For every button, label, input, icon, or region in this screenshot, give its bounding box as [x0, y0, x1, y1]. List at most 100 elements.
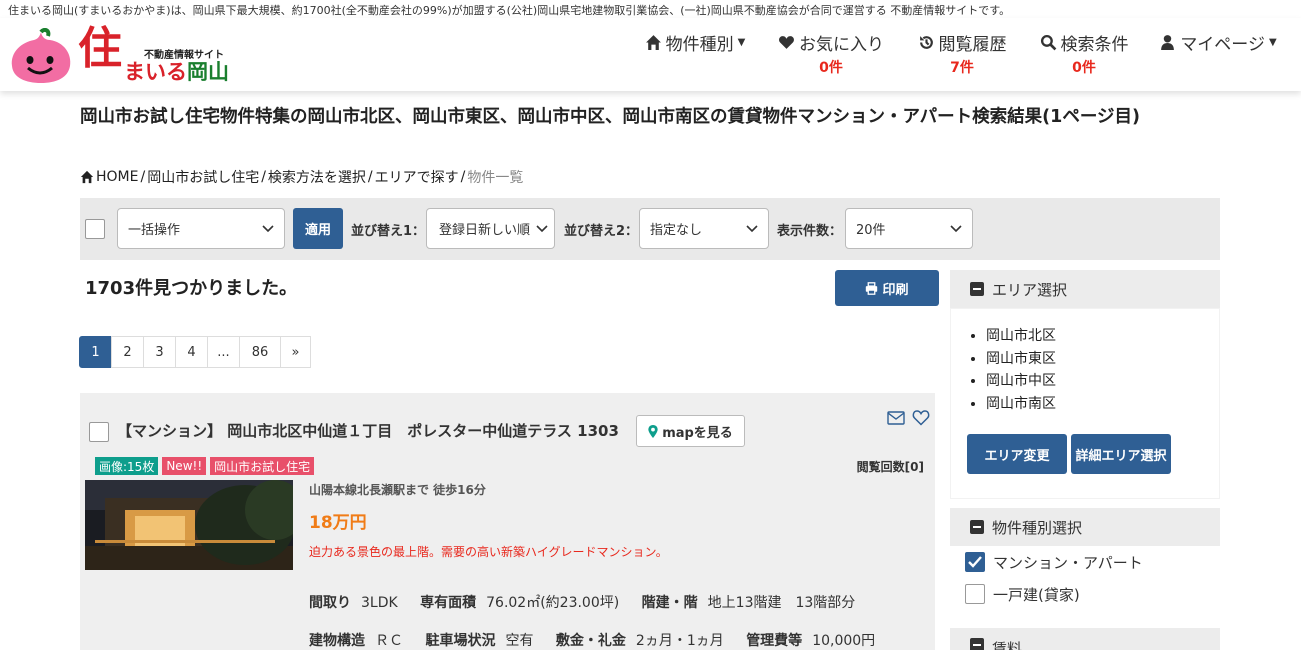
favorite-heart-icon[interactable]	[912, 409, 930, 426]
area-list: 岡山市北区 岡山市東区 岡山市中区 岡山市南区	[951, 309, 1219, 415]
select-all-checkbox[interactable]	[85, 219, 105, 239]
map-button-label: mapを見る	[662, 425, 733, 441]
favorites-count: 0件	[819, 60, 843, 76]
spec-label: 専有面積	[420, 595, 477, 611]
breadcrumb-separator: /	[367, 169, 373, 185]
sort1-value: 登録日新しい順	[439, 223, 531, 238]
nav-search-conditions[interactable]: 検索条件 0件	[1036, 30, 1132, 80]
map-button[interactable]: mapを見る	[636, 415, 745, 447]
breadcrumb-separator: /	[261, 169, 266, 185]
collapse-icon	[970, 638, 984, 650]
checkbox-checked[interactable]	[965, 552, 985, 572]
list-item: 岡山市東区	[986, 348, 1219, 371]
next-page-link[interactable]: »	[280, 336, 311, 368]
type-panel: 物件種別選択 マンション・アパート 一戸建(貸家)	[950, 508, 1220, 621]
user-icon	[1161, 34, 1175, 50]
sort1-label: 並び替え1：	[351, 224, 426, 239]
spec-label: 階建・階	[641, 595, 698, 611]
nav-favorites[interactable]: お気に入り 0件	[774, 30, 888, 80]
chevron-down-icon	[536, 224, 548, 232]
apply-button[interactable]: 適用	[293, 208, 343, 249]
page-link[interactable]: 3	[143, 336, 176, 368]
list-item: 岡山市南区	[986, 393, 1219, 416]
collapse-icon	[970, 520, 984, 534]
breadcrumb-separator: /	[140, 169, 146, 185]
spec-row: 建物構造 ＲＣ 駐車場状況 空有 敷金・礼金 2ヵ月・1ヵ月 管理費等 10,000円	[309, 630, 893, 650]
property-title[interactable]: 【マンション】 岡山市北区中仙道１丁目 ポレスター中仙道テラス 1303	[117, 420, 619, 441]
breadcrumb-current: 物件一覧	[467, 170, 524, 186]
nav-search-label: 検索条件	[1060, 34, 1129, 55]
page-link[interactable]: 1	[79, 336, 112, 368]
checkbox-unchecked[interactable]	[965, 584, 985, 604]
tag-new: New!!	[162, 457, 207, 475]
nav-favorites-label: お気に入り	[799, 34, 884, 55]
spec-value: 空有	[505, 633, 534, 649]
collapse-icon	[970, 282, 984, 296]
home-icon	[80, 170, 94, 184]
view-count: 閲覧回数[0]	[856, 460, 924, 474]
rent-panel-title: 賃料	[992, 640, 1023, 650]
chevron-down-icon	[746, 224, 758, 232]
site-logo[interactable]: 住 不動産情報サイト まいる岡山	[8, 22, 248, 84]
spec-label: 駐車場状況	[425, 633, 496, 649]
sort2-label: 並び替え2：	[564, 224, 639, 239]
type-option-house[interactable]: 一戸建(貸家)	[950, 578, 1220, 610]
breadcrumb-item[interactable]: 検索方法を選択	[268, 167, 366, 187]
type-option-mansion[interactable]: マンション・アパート	[950, 546, 1220, 578]
nav-mypage-label: マイページ	[1180, 34, 1265, 55]
spec-label: 管理費等	[746, 633, 803, 649]
per-page-select[interactable]: 20件	[845, 208, 973, 249]
page-link[interactable]: 86	[239, 336, 281, 368]
per-page-label: 表示件数：	[777, 224, 843, 239]
spec-label: 間取り	[309, 595, 351, 611]
page-title: 岡山市お試し住宅物件特集の岡山市北区、岡山市東区、岡山市中区、岡山市南区の賃貸物…	[80, 107, 1140, 127]
spec-row: 間取り 3LDK 専有面積 76.02㎡(約23.00坪) 階建・階 地上13階建 1…	[309, 592, 873, 612]
spec-value: 10,000円	[812, 633, 876, 649]
type-option-label: マンション・アパート	[993, 553, 1143, 572]
tag-trial-housing: 岡山市お試し住宅	[210, 457, 315, 475]
nav-property-type[interactable]: 物件種別 ▼	[643, 30, 747, 80]
mail-icon[interactable]	[887, 411, 905, 425]
spec-value: ＲＣ	[375, 633, 403, 649]
search-icon	[1040, 34, 1056, 50]
type-panel-header[interactable]: 物件種別選択	[950, 508, 1220, 546]
property-tags: 画像:15枚 New!! 岡山市お試し住宅	[95, 457, 315, 475]
page-link[interactable]: 4	[175, 336, 208, 368]
spec-label: 敷金・礼金	[555, 633, 626, 649]
rent-panel-header[interactable]: 賃料	[950, 628, 1220, 650]
heart-icon	[779, 35, 794, 49]
nav-mypage[interactable]: マイページ ▼	[1158, 30, 1278, 80]
nav-history-label: 閲覧履歴	[938, 34, 1007, 55]
spec-value: 76.02㎡(約23.00坪)	[486, 595, 620, 611]
search-count: 0件	[1072, 60, 1096, 76]
site-header: 住 不動産情報サイト まいる岡山 物件種別 ▼ お気に入り 0件 閲覧履歴 7件 …	[0, 18, 1301, 91]
print-icon	[866, 281, 878, 295]
logo-text-a: まいる	[124, 60, 187, 84]
bulk-action-select[interactable]: 一括操作	[117, 208, 285, 249]
rent-price: 18万円	[309, 513, 367, 533]
results-toolbar: 一括操作 適用 並び替え1： 登録日新しい順 並び替え2： 指定なし 表示件数：…	[80, 198, 1220, 260]
caret-down-icon: ▼	[737, 36, 746, 48]
mascot-icon	[11, 28, 71, 83]
area-detail-button[interactable]: 詳細エリア選択	[1071, 434, 1171, 474]
logo-kanji: 住	[78, 23, 122, 74]
print-label: 印刷	[882, 282, 909, 298]
area-panel-header[interactable]: エリア選択	[950, 270, 1220, 308]
history-icon	[919, 35, 933, 49]
breadcrumb-home[interactable]: HOME	[96, 169, 138, 185]
nav-history[interactable]: 閲覧履歴 7件	[915, 30, 1009, 80]
breadcrumb-item[interactable]: 岡山市お試し住宅	[147, 167, 259, 187]
property-photo[interactable]	[85, 480, 293, 570]
print-button[interactable]: 印刷	[835, 270, 939, 306]
spec-value: 地上13階建 13階部分	[707, 595, 856, 611]
sort2-select[interactable]: 指定なし	[639, 208, 769, 249]
per-page-value: 20件	[856, 223, 886, 238]
sort1-select[interactable]: 登録日新しい順	[426, 208, 555, 249]
breadcrumb-item[interactable]: エリアで探す	[375, 167, 459, 187]
catch-copy: 迫力ある景色の最上階。需要の高い新築ハイグレードマンション。	[309, 545, 668, 559]
area-change-button[interactable]: エリア変更	[967, 434, 1067, 474]
page-link[interactable]: 2	[111, 336, 144, 368]
results-count: 1703件見つかりました。	[85, 278, 298, 299]
page-ellipsis: ...	[207, 336, 240, 368]
property-checkbox[interactable]	[89, 422, 109, 442]
